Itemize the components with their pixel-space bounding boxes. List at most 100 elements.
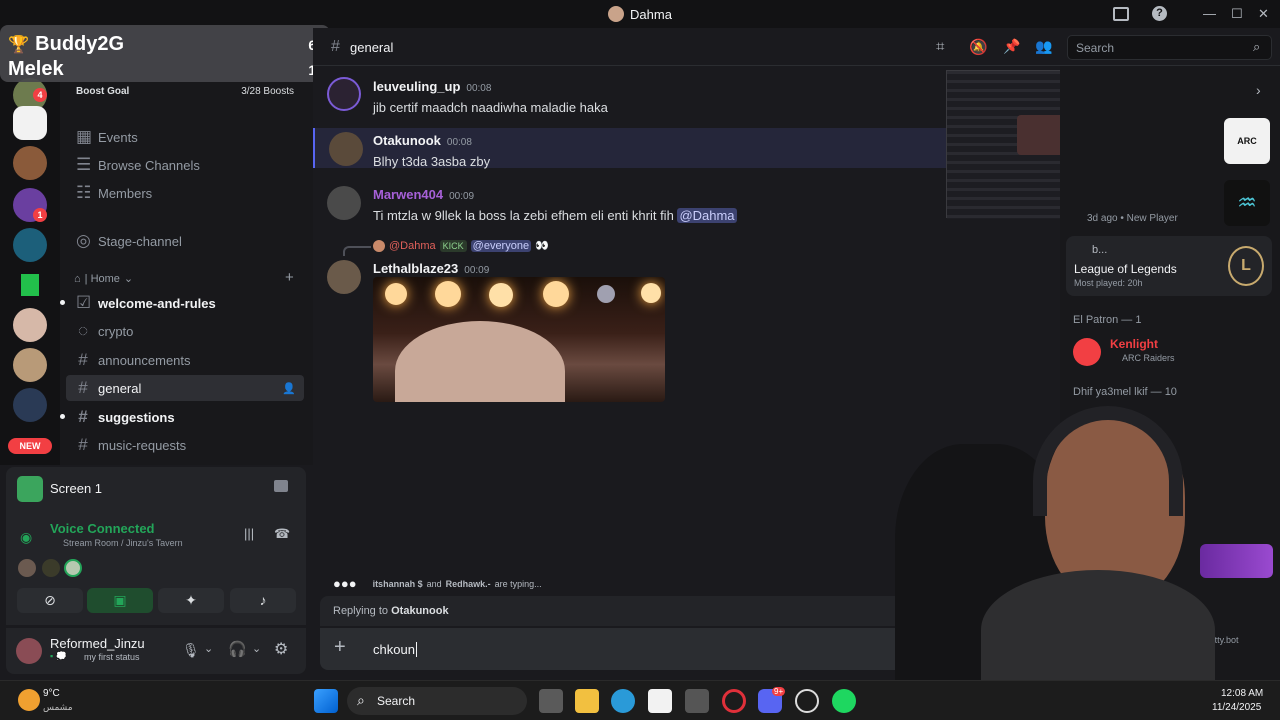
store-icon[interactable] [648, 689, 672, 713]
category-label: | Home [84, 272, 120, 285]
sidebar-item-label: Stage-channel [98, 233, 182, 249]
microphone-icon[interactable]: 🎙 [182, 642, 200, 659]
score-overlay: 🏆 Buddy2G 62 Melek 15 [0, 25, 330, 82]
app-icon[interactable] [685, 689, 709, 713]
settings-gear-icon[interactable]: ⚙ [274, 639, 288, 659]
sidebar-item-browse-channels[interactable]: ☰ Browse Channels [66, 152, 304, 178]
user-name: Reformed_Jinzu [50, 636, 145, 651]
search-box[interactable]: Search ⌕ [1067, 35, 1272, 60]
task-view-icon[interactable] [539, 689, 563, 713]
voice-waveform-icon[interactable]: ||| [244, 526, 254, 541]
server-icon[interactable] [13, 388, 47, 422]
gif-attachment[interactable] [373, 277, 665, 402]
add-channel-icon[interactable]: + [285, 269, 294, 286]
mute-icon[interactable]: 🔕 [969, 38, 988, 56]
channel-suggestions[interactable]: # suggestions [60, 404, 304, 430]
attach-plus-icon[interactable]: + [334, 636, 346, 659]
soundboard-button[interactable]: ♪ [230, 588, 296, 613]
calendar-icon: ▦ [76, 127, 93, 146]
reply-author[interactable]: @Dahma [389, 240, 436, 252]
window-title-text: Dahma [630, 6, 672, 22]
close-icon[interactable]: ✕ [1258, 6, 1269, 22]
channel-welcome-and-rules[interactable]: ☑ welcome-and-rules [60, 290, 304, 316]
screen-share-panel: Screen 1 [6, 467, 306, 509]
chevron-down-icon[interactable]: ⌄ [204, 642, 213, 655]
user-avatar[interactable] [327, 77, 361, 111]
file-explorer-icon[interactable] [575, 689, 599, 713]
arc-raiders-logo: ARC [1224, 118, 1270, 164]
sidebar-item-members[interactable]: ☷ Members [66, 180, 304, 206]
message-body: Ti mtzla w 9llek la boss la zebi efhem e… [373, 208, 674, 223]
server-icon-selected[interactable] [13, 308, 47, 342]
message-input[interactable]: chkoun [373, 642, 417, 657]
server-icon[interactable] [13, 228, 47, 262]
game-activity-card[interactable]: b... League of Legends Most played: 20h … [1066, 236, 1272, 296]
stop-stream-icon[interactable] [274, 480, 288, 492]
user-mention[interactable]: @Dahma [677, 208, 737, 223]
chevron-down-icon[interactable]: ⌄ [252, 642, 261, 655]
minimize-icon[interactable]: — [1203, 6, 1216, 21]
taskbar-search[interactable]: ⌕ Search [347, 687, 527, 715]
server-icon[interactable] [13, 146, 47, 180]
pin-icon[interactable]: 📌 [1003, 38, 1020, 55]
spotify-icon[interactable] [832, 689, 856, 713]
members-icon: ☷ [76, 183, 92, 202]
threads-icon[interactable]: ⌗ [936, 38, 944, 55]
member-list-icon[interactable]: 👥 [1035, 38, 1052, 55]
taskbar: 9°C مشمس ⌕ Search 9+ 12:08 AM 11/24/2025 [0, 680, 1280, 720]
activities-button[interactable]: ✦ [158, 588, 224, 613]
chat-header: # general ⌗ 🔕 📌 👥 Search ⌕ [313, 28, 1280, 66]
channel-title: general [350, 40, 394, 55]
user-avatar[interactable] [327, 186, 361, 220]
headphones-icon[interactable]: 🎧 [228, 640, 247, 658]
mention-badge: 1 [33, 208, 47, 222]
voice-participant-avatar[interactable] [18, 559, 36, 577]
home-icon: ⌂ [74, 272, 81, 285]
channel-music-requests[interactable]: # music-requests [66, 432, 304, 458]
sidebar-item-stage-channel[interactable]: ◎ Stage-channel [66, 228, 304, 254]
server-icon[interactable] [13, 268, 47, 302]
user-avatar[interactable] [16, 638, 42, 664]
channel-announcements[interactable]: # announcements [66, 347, 304, 373]
chevron-right-icon[interactable]: › [1256, 82, 1261, 98]
message-author[interactable]: leuveuling_up [373, 79, 460, 94]
invite-icon[interactable]: 👤 [282, 382, 296, 395]
server-icon[interactable] [13, 348, 47, 382]
obs-icon[interactable] [795, 689, 819, 713]
channel-general[interactable]: # general 👤 [66, 375, 304, 401]
sidebar-item-events[interactable]: ▦ Events [66, 124, 304, 150]
server-icon[interactable] [13, 106, 47, 140]
weather-icon[interactable] [18, 689, 40, 711]
clock-time: 12:08 AM [1221, 688, 1264, 699]
everyone-mention[interactable]: @everyone [470, 239, 532, 252]
voice-participant-avatar[interactable] [42, 559, 60, 577]
reply-avatar [373, 239, 385, 252]
boost-goal-label: Boost Goal [76, 85, 130, 97]
disconnect-icon[interactable]: ☎ [274, 526, 290, 542]
camera-off-button[interactable]: ⊘ [17, 588, 83, 613]
window-title: Dahma [608, 6, 672, 22]
inbox-icon[interactable] [1113, 7, 1129, 21]
message-author[interactable]: Marwen404 [373, 187, 443, 202]
edge-icon[interactable] [611, 689, 635, 713]
status-icons: ▪ 💭 [50, 651, 67, 661]
windows-start-icon[interactable] [314, 689, 338, 713]
boost-goal[interactable]: Boost Goal 3/28 Boosts [66, 80, 304, 102]
user-avatar[interactable] [327, 260, 361, 294]
help-icon[interactable]: ? [1152, 6, 1167, 21]
voice-panel: ◉ Voice Connected Stream Room / Jinzu's … [6, 509, 306, 625]
voice-participant-avatar[interactable] [64, 559, 82, 577]
mention-badge: 4 [33, 88, 47, 102]
screen-share-button[interactable]: ▣ [87, 588, 153, 613]
category-home[interactable]: ⌂ | Home ⌄ [74, 272, 133, 286]
message-author[interactable]: Otakunook [373, 133, 441, 148]
member-item[interactable]: Kenlight ARC Raiders [1066, 334, 1272, 370]
message-author[interactable]: Lethalblaze23 [373, 261, 458, 276]
reply-tag: KICK [439, 239, 467, 252]
channel-crypto[interactable]: ◌ crypto [66, 318, 304, 344]
window-titlebar: Dahma ? — ☐ ✕ [0, 0, 1280, 28]
user-avatar[interactable] [329, 132, 363, 166]
search-input[interactable]: Search [1076, 41, 1114, 55]
maximize-icon[interactable]: ☐ [1231, 6, 1243, 22]
opera-icon[interactable] [722, 689, 746, 713]
